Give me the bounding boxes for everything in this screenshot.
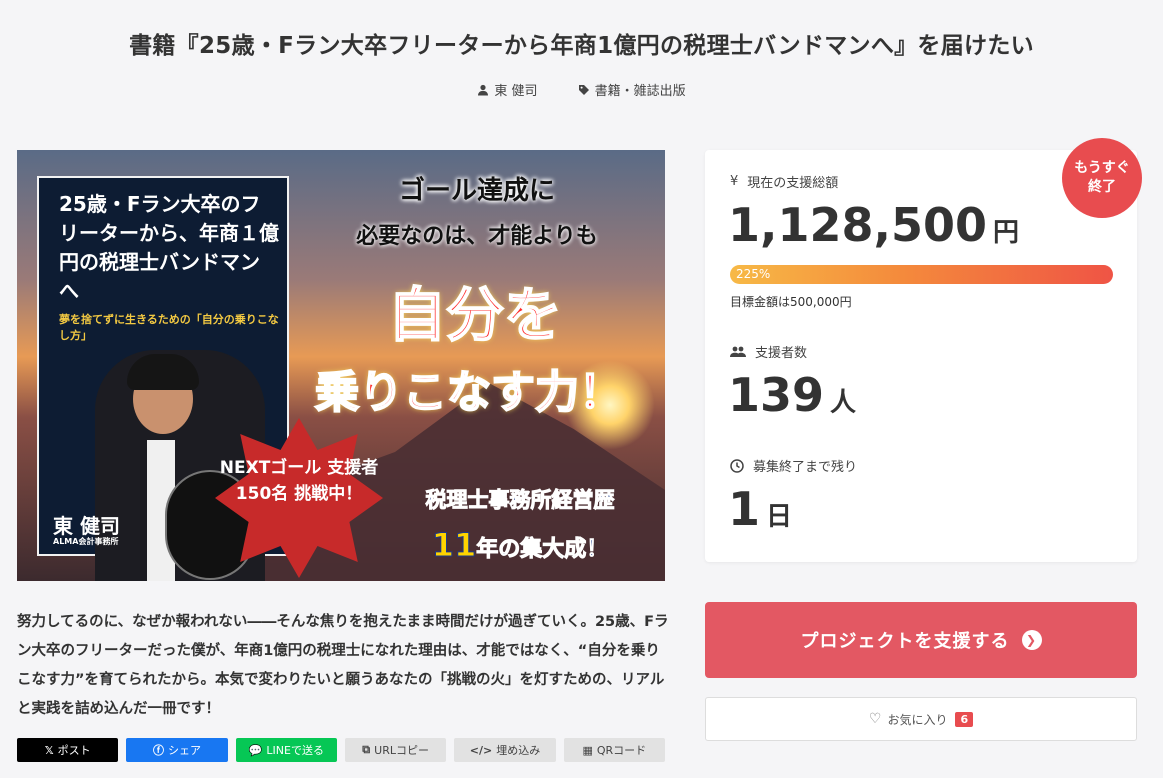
progress-percent: 225%: [736, 267, 771, 281]
remaining-unit: 日: [766, 502, 793, 532]
share-facebook-label: シェア: [167, 744, 201, 757]
qr-code-icon: ▦: [582, 743, 593, 757]
project-description: 努力してるのに、なぜか報われない――そんな焦りを抱えたまま時間だけが過ぎていく。…: [17, 614, 669, 717]
author-name: 東 健司: [494, 84, 538, 99]
clock-icon: [730, 458, 744, 473]
ending-soon-badge: もうすぐ 終了: [1062, 138, 1142, 218]
heart-icon: ♡: [868, 711, 882, 727]
hero-experience-line2: 11年の集大成！: [381, 526, 659, 565]
hero-experience-suffix: 年の集大成！: [476, 537, 609, 563]
project-hero-image: 25歳・Fラン大卒のフリーターから、年商１億円の税理士バンドマンへ 夢を捨てずに…: [17, 150, 665, 581]
goal-amount: 目標金額は500,000円: [730, 295, 852, 309]
author-link[interactable]: 東 健司: [477, 80, 537, 99]
copy-url-label: URLコピー: [374, 744, 429, 757]
facebook-icon: ⓕ: [152, 744, 164, 757]
share-line-button[interactable]: 💬 LINEで送る: [235, 738, 337, 762]
hero-catch-line2: 必要なのは、才能よりも: [356, 224, 598, 249]
support-project-label: プロジェクトを支援する: [800, 631, 1010, 652]
code-icon: </>: [469, 743, 493, 757]
book-subtitle: 夢を捨てずに生きるための「自分の乗りこなし方」: [59, 313, 279, 342]
share-x-label: ポスト: [57, 744, 91, 757]
project-meta: 東 健司 書籍・雑誌出版: [0, 80, 1163, 100]
copy-icon: ⧉: [362, 743, 371, 756]
author-photo-hair: [127, 354, 199, 390]
qr-code-button[interactable]: ▦ QRコード: [563, 738, 665, 762]
funding-progress-bar: 225%: [730, 265, 1113, 284]
raised-value: 1,128,500: [728, 198, 987, 252]
share-x-button[interactable]: 𝕏 ポスト: [17, 738, 119, 762]
raised-amount: 1,128,500 円: [728, 198, 1019, 252]
hero-experience-line1: 税理士事務所経営歴: [425, 488, 615, 513]
chevron-right-icon: ❯: [1021, 630, 1042, 650]
qr-code-label: QRコード: [596, 744, 647, 757]
embed-label: 埋め込み: [496, 744, 541, 757]
hero-headline-1: 自分を: [387, 280, 563, 350]
remaining-label-text: 募集終了まで残り: [753, 460, 858, 475]
support-project-button[interactable]: プロジェクトを支援する ❯: [705, 602, 1137, 678]
backers-value: 139: [728, 368, 825, 422]
hero-catch-line1: ゴール達成に: [398, 176, 555, 206]
remaining-value: 1: [728, 482, 761, 536]
hero-headline-2: 乗りこなす力！: [314, 366, 624, 419]
tag-icon: [578, 84, 589, 95]
raised-unit: 円: [993, 218, 1020, 248]
backers-label-text: 支援者数: [755, 346, 808, 361]
favorite-button[interactable]: ♡ お気に入り 6: [705, 697, 1137, 741]
raised-label: ¥ 現在の支援総額: [730, 172, 838, 191]
user-icon: [478, 84, 489, 95]
backers-unit: 人: [830, 388, 857, 418]
remaining-label: 募集終了まで残り: [730, 456, 857, 475]
favorite-count: 6: [955, 711, 974, 727]
remaining-days: 1日: [728, 482, 792, 536]
favorite-label: お気に入り: [887, 712, 948, 727]
users-icon: [730, 346, 746, 358]
category-name: 書籍・雑誌出版: [594, 84, 686, 99]
copy-url-button[interactable]: ⧉ URLコピー: [344, 738, 447, 762]
share-facebook-button[interactable]: ⓕ シェア: [126, 738, 228, 762]
raised-label-text: 現在の支援総額: [747, 176, 839, 191]
category-link[interactable]: 書籍・雑誌出版: [578, 80, 686, 99]
hero-author-name: 東 健司: [53, 514, 120, 538]
share-bar: 𝕏 ポスト ⓕ シェア 💬 LINEで送る ⧉ URLコピー </> 埋め込み ▦ QRコー…: [17, 738, 665, 762]
line-icon: 💬: [248, 743, 263, 757]
yen-icon: ¥: [730, 174, 739, 189]
hero-experience-number: 11: [431, 526, 477, 565]
project-title: 書籍『25歳・Fラン大卒フリーターから年商1億円の税理士バンドマンへ』を届けたい: [129, 33, 1034, 59]
backers-count: 139 人: [728, 368, 856, 422]
book-title: 25歳・Fラン大卒のフリーターから、年商１億円の税理士バンドマンへ: [59, 192, 279, 303]
share-line-label: LINEで送る: [266, 744, 324, 757]
x-logo-icon: 𝕏: [44, 743, 54, 757]
backers-label: 支援者数: [730, 342, 807, 361]
hero-author-company: ALMA会計事務所: [53, 537, 119, 546]
embed-button[interactable]: </> 埋め込み: [454, 738, 556, 762]
next-goal-text: NEXTゴール 支援者150名 挑戦中！: [219, 458, 379, 504]
